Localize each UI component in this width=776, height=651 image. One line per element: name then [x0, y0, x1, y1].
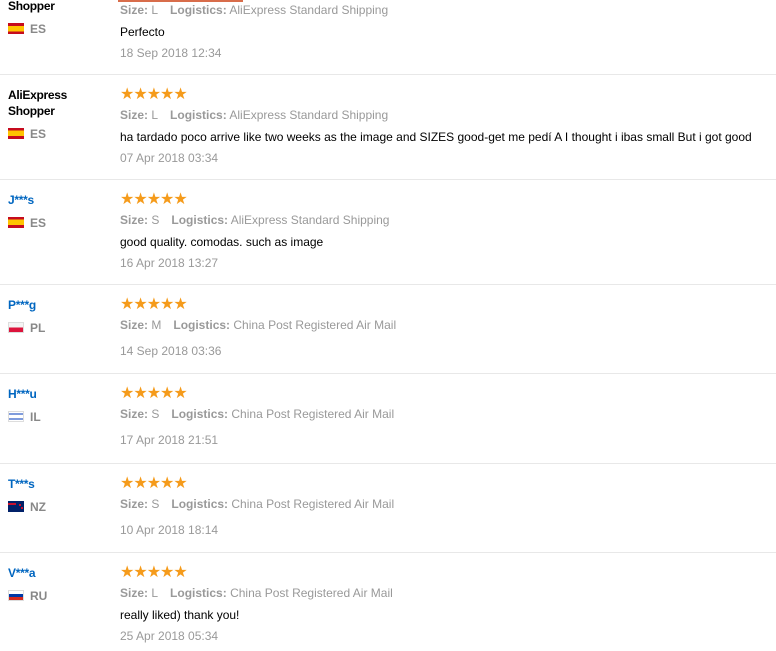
flag-israel-icon: [8, 411, 24, 422]
reviewer-country: ES: [8, 127, 46, 141]
size-value: S: [151, 407, 160, 421]
review-text: ha tardado poco arrive like two weeks as…: [120, 130, 752, 144]
size-label: Size:: [120, 586, 149, 600]
flag-russia-icon: [8, 590, 24, 601]
reviewer-name-link[interactable]: V***a: [8, 565, 36, 581]
reviewer-name: AliExpress Shopper: [8, 87, 67, 119]
review-item: AliExpress Shopper ES ★★★★★ Size: L Logis…: [0, 75, 776, 180]
logistics-label: Logistics:: [170, 586, 227, 600]
review-date: 17 Apr 2018 21:51: [120, 433, 219, 447]
review-item: V***a RU ★★★★★ Size: L Logistics: China P…: [0, 553, 776, 651]
review-text: good quality. comodas. such as image: [120, 235, 324, 249]
logistics-value: China Post Registered Air Mail: [231, 497, 395, 511]
reviewer-country: IL: [8, 410, 41, 424]
size-value: L: [151, 586, 159, 600]
logistics-value: AliExpress Standard Shipping: [229, 3, 389, 17]
logistics-value: China Post Registered Air Mail: [231, 407, 395, 421]
reviewer-country: PL: [8, 321, 45, 335]
logistics-label: Logistics:: [173, 318, 231, 332]
review-meta: Size: S Logistics: China Post Registered …: [120, 407, 394, 421]
review-item: H***u IL ★★★★★ Size: S Logistics: China P…: [0, 374, 776, 464]
country-code: PL: [30, 321, 46, 335]
review-date: 07 Apr 2018 03:34: [120, 151, 219, 165]
review-date: 25 Apr 2018 05:34: [120, 629, 219, 643]
size-label: Size:: [120, 3, 149, 17]
size-value: S: [151, 497, 160, 511]
review-item: Shopper ES Size: L Logistics: AliExpress …: [0, 0, 776, 75]
logistics-value: China Post Registered Air Mail: [233, 318, 397, 332]
size-value: S: [151, 213, 160, 227]
size-value: L: [151, 3, 159, 17]
reviewer-country: ES: [8, 216, 46, 230]
review-item: P***g PL ★★★★★ Size: M Logistics: China P…: [0, 285, 776, 374]
country-code: ES: [30, 22, 47, 36]
reviewer-name: Shopper: [8, 0, 55, 13]
reviewer-name-link[interactable]: H***u: [8, 386, 37, 402]
size-label: Size:: [120, 318, 149, 332]
size-value: L: [151, 108, 159, 122]
reviewer-country: ES: [8, 22, 46, 36]
logistics-value: AliExpress Standard Shipping: [230, 213, 390, 227]
flag-spain-icon: [8, 128, 24, 139]
flag-poland-icon: [8, 322, 24, 333]
rating-stars-icon: ★★★★★: [120, 385, 188, 402]
review-meta: Size: S Logistics: China Post Registered …: [120, 497, 394, 511]
reviewer-country: RU: [8, 589, 47, 603]
review-date: 14 Sep 2018 03:36: [120, 344, 222, 358]
review-item: T***s NZ ★★★★★ Size: S Logistics: China P…: [0, 464, 776, 553]
review-meta: Size: L Logistics: AliExpress Standard Sh…: [120, 108, 388, 122]
flag-spain-icon: [8, 217, 24, 228]
size-label: Size:: [120, 213, 149, 227]
review-text: really liked) thank you!: [120, 608, 240, 622]
size-label: Size:: [120, 108, 149, 122]
country-code: ES: [30, 127, 47, 141]
country-code: RU: [30, 589, 48, 603]
logistics-value: AliExpress Standard Shipping: [229, 108, 389, 122]
reviewer-country: NZ: [8, 500, 46, 514]
review-meta: Size: L Logistics: China Post Registered …: [120, 586, 393, 600]
reviewer-name-link[interactable]: T***s: [8, 476, 35, 492]
logistics-label: Logistics:: [171, 497, 229, 511]
review-meta: Size: L Logistics: AliExpress Standard Sh…: [120, 3, 388, 17]
country-code: IL: [30, 410, 41, 424]
country-code: NZ: [30, 500, 46, 514]
review-date: 16 Apr 2018 13:27: [120, 256, 219, 270]
review-date: 18 Sep 2018 12:34: [120, 46, 222, 60]
flag-spain-icon: [8, 23, 24, 34]
rating-stars-icon: ★★★★★: [120, 296, 188, 313]
logistics-value: China Post Registered Air Mail: [230, 586, 393, 600]
size-value: M: [151, 318, 162, 332]
reviewer-name-link[interactable]: J***s: [8, 192, 34, 208]
size-label: Size:: [120, 497, 149, 511]
reviewer-name-link[interactable]: P***g: [8, 297, 36, 313]
logistics-label: Logistics:: [171, 407, 229, 421]
reviewer-name-line2: Shopper: [8, 104, 55, 118]
review-item: J***s ES ★★★★★ Size: S Logistics: AliExpr…: [0, 180, 776, 285]
review-text: Perfecto: [120, 25, 165, 39]
review-date: 10 Apr 2018 18:14: [120, 523, 219, 537]
rating-stars-icon: ★★★★★: [120, 475, 188, 492]
review-meta: Size: M Logistics: China Post Registered …: [120, 318, 396, 332]
review-meta: Size: S Logistics: AliExpress Standard Sh…: [120, 213, 389, 227]
reviewer-name-line1: AliExpress: [8, 88, 68, 102]
rating-stars-icon: ★★★★★: [120, 86, 188, 103]
rating-stars-icon: ★★★★★: [120, 191, 188, 208]
flag-new-zealand-icon: [8, 501, 24, 512]
logistics-label: Logistics:: [171, 213, 229, 227]
logistics-label: Logistics:: [170, 3, 227, 17]
logistics-label: Logistics:: [170, 108, 227, 122]
country-code: ES: [30, 216, 47, 230]
size-label: Size:: [120, 407, 149, 421]
rating-stars-icon: ★★★★★: [120, 564, 188, 581]
